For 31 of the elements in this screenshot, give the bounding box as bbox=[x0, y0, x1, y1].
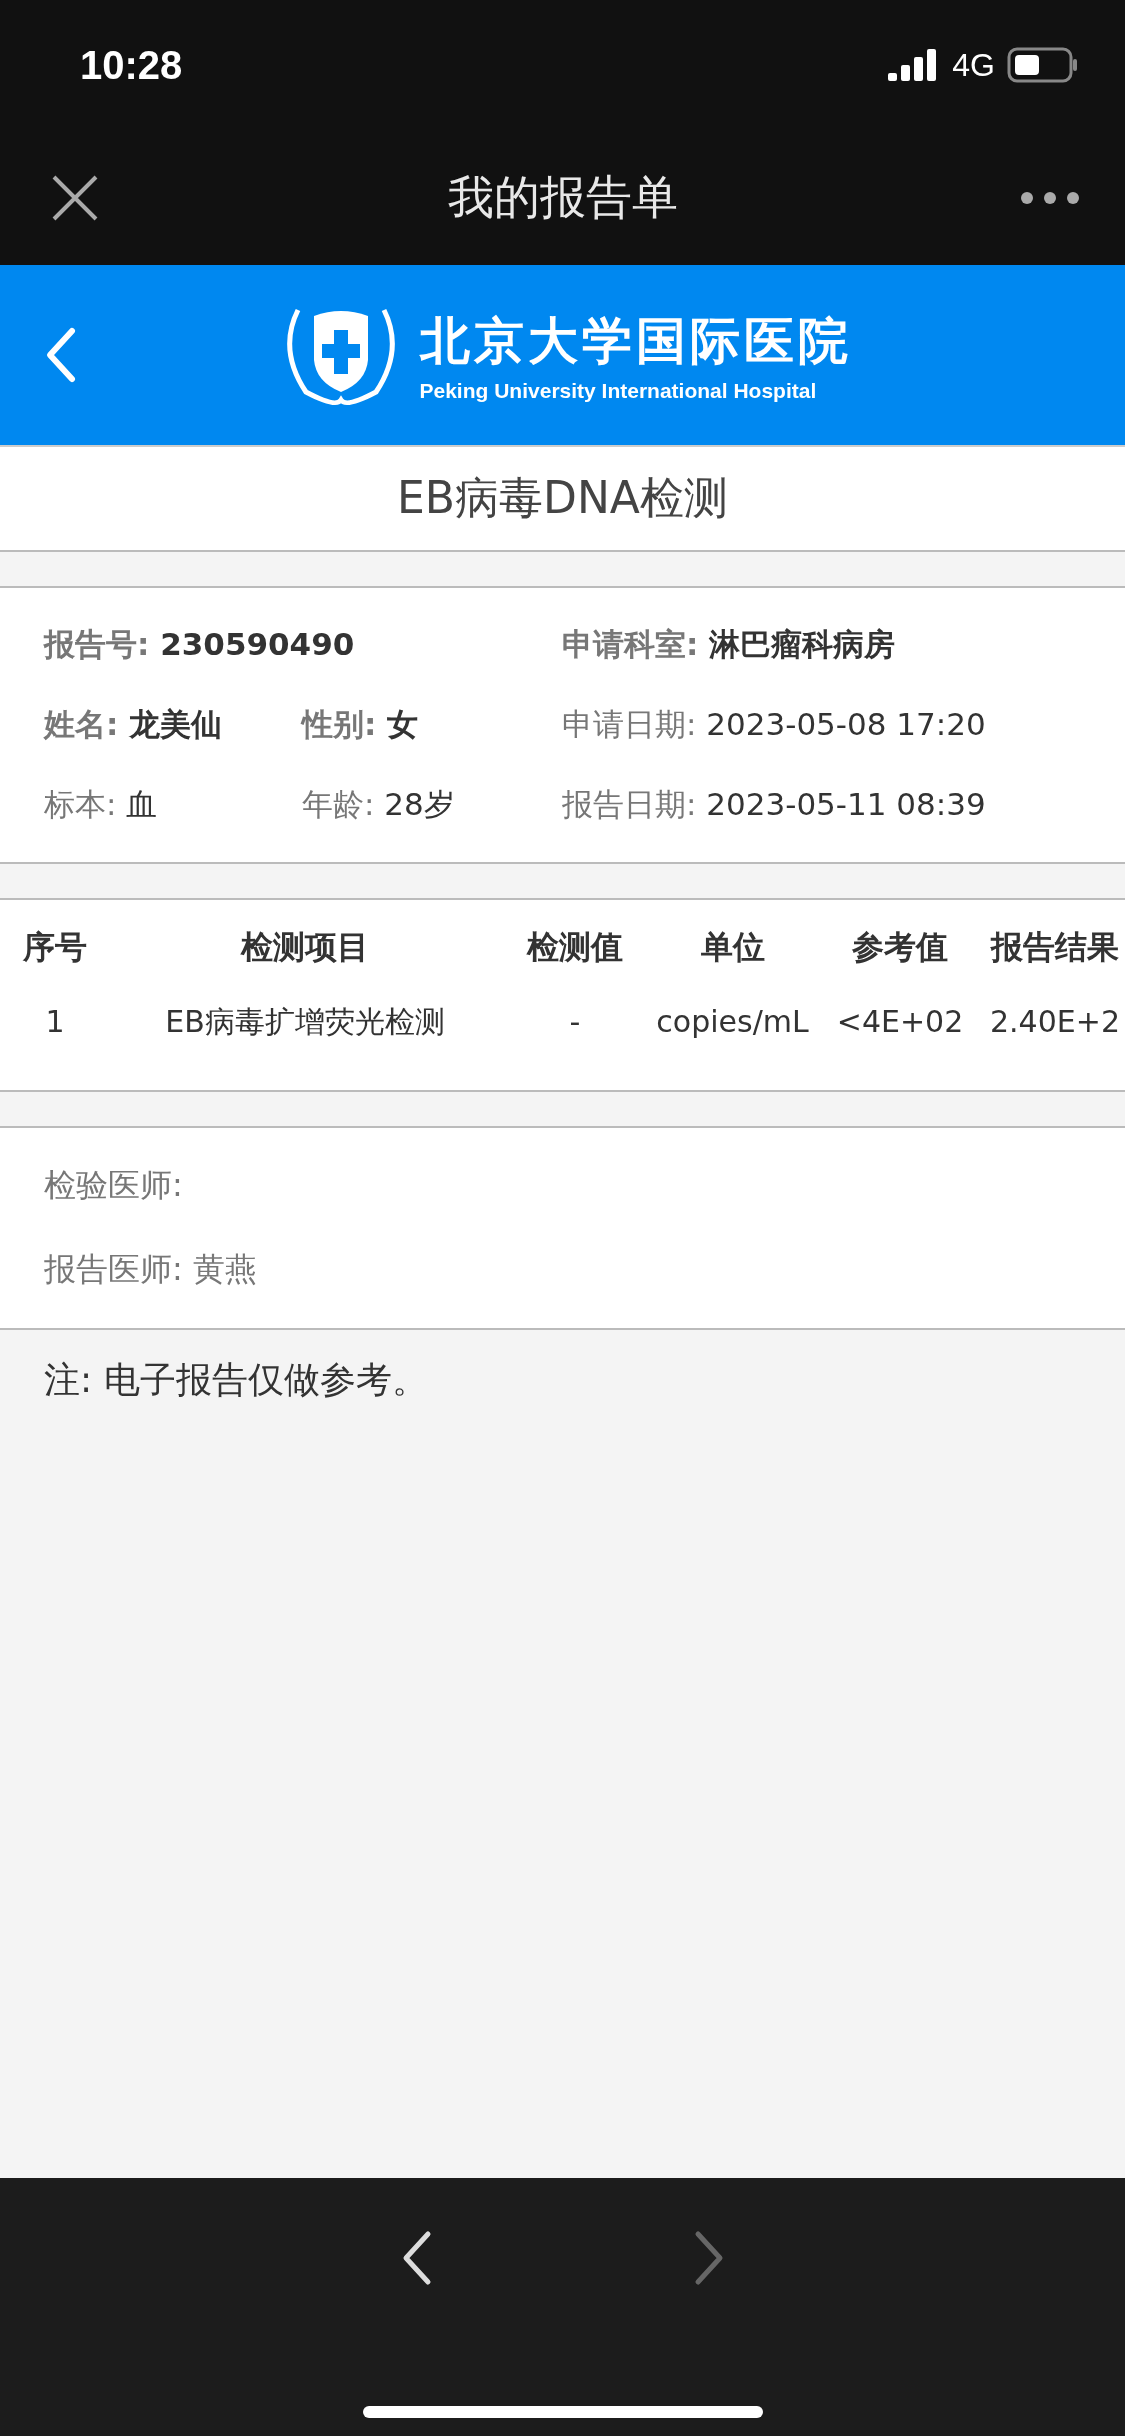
column-header: 参考值 bbox=[851, 930, 949, 966]
doctor-field: 报告医师: 黄燕 bbox=[44, 1247, 1081, 1292]
column-header: 序号 bbox=[22, 930, 88, 966]
report-title: EB病毒DNA检测 bbox=[397, 471, 728, 525]
column-header: 检测值 bbox=[525, 930, 624, 966]
info-field: 年龄: 28岁 bbox=[302, 784, 455, 826]
hospital-name: 北京大学国际医院 bbox=[419, 309, 852, 372]
info-field: 申请日期: 2023-05-08 17:20 bbox=[562, 704, 986, 746]
status-time: 10:28 bbox=[80, 42, 183, 88]
battery-icon bbox=[1007, 47, 1079, 83]
hospital-name-english: Peking University International Hospital bbox=[419, 378, 818, 403]
more-icon[interactable] bbox=[1020, 190, 1080, 205]
table-cell-text: - bbox=[568, 1003, 582, 1042]
info-field: 性别: 女 bbox=[302, 704, 419, 746]
page-title: 我的报告单 bbox=[447, 168, 678, 226]
network-label: 4G bbox=[952, 46, 995, 84]
note-text: 注: 电子报告仅做参考。 bbox=[43, 1357, 429, 1402]
info-field: 报告日期: 2023-05-11 08:39 bbox=[562, 784, 986, 826]
info-field: 标本: 血 bbox=[44, 784, 158, 826]
info-field: 姓名: 龙美仙 bbox=[44, 704, 223, 746]
column-header: 报告结果 bbox=[989, 930, 1120, 966]
table-cell-text: 2.40E+2 bbox=[989, 1003, 1121, 1042]
doctor-field: 检验医师: bbox=[44, 1163, 1081, 1208]
table-cell-text: EB病毒扩增荧光检测 bbox=[164, 1003, 446, 1042]
table-cell-text: <4E+02 bbox=[835, 1003, 965, 1042]
column-header: 单位 bbox=[699, 930, 766, 966]
table-cell-text: 1 bbox=[44, 1003, 66, 1042]
table-cell-text: copies/mL bbox=[655, 1003, 810, 1042]
info-field: 报告号: 230590490 bbox=[44, 624, 355, 666]
column-header: 检测项目 bbox=[239, 930, 370, 966]
info-field: 申请科室: 淋巴瘤科病房 bbox=[562, 624, 896, 666]
